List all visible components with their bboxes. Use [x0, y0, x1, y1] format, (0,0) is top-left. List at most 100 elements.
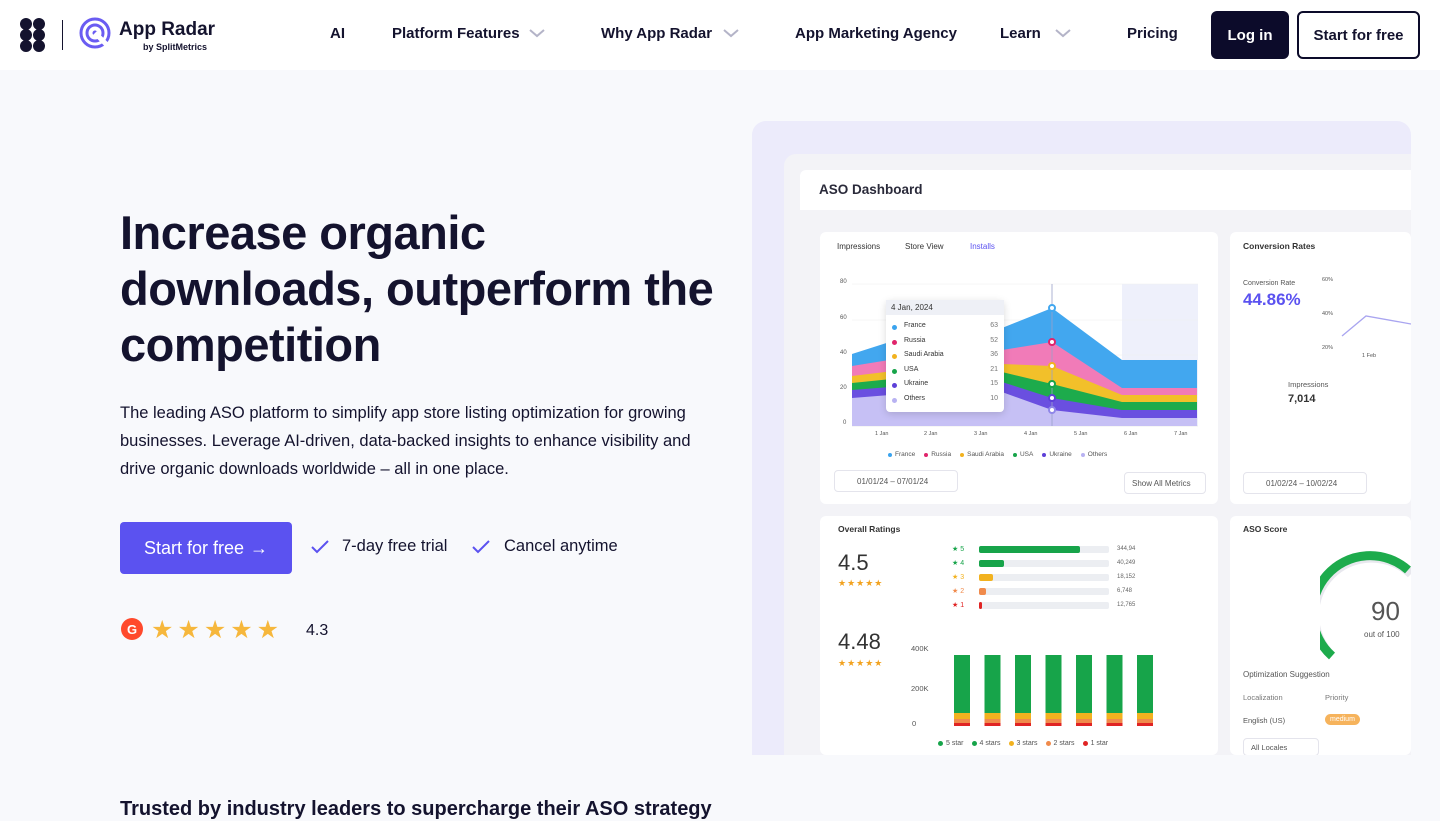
legend-dot	[888, 452, 892, 457]
locale-english: English (US)	[1243, 716, 1286, 725]
start-free-button[interactable]: Start for free	[1297, 11, 1420, 59]
brand-subtitle: by SplitMetrics	[143, 42, 208, 52]
legend-item: Others	[1080, 451, 1108, 458]
splitmetrics-logo-icon[interactable]	[20, 18, 46, 52]
conversion-date-value: 01/02/24 – 10/02/24	[1266, 479, 1338, 488]
rating-row-count: 6,748	[1117, 588, 1133, 594]
rating-score: 4.5	[838, 550, 869, 575]
bar-legend-item: 2 stars	[1045, 740, 1075, 747]
x-tick: 6 Jan	[1124, 431, 1138, 437]
conversion-date-picker[interactable]: 01/02/24 – 10/02/24	[1243, 472, 1367, 494]
tooltip-row: Russia 52	[892, 337, 998, 349]
legend-item: USA	[1012, 451, 1034, 458]
legend-label: USA	[1019, 451, 1034, 458]
tab-store-view[interactable]: Store View	[905, 242, 944, 251]
rating-row-count: 12,765	[1117, 602, 1136, 608]
legend-label: Others	[1087, 451, 1108, 458]
conv-y-tick: 60%	[1322, 277, 1334, 283]
all-locales-label: All Locales	[1251, 743, 1288, 752]
rating-bar-segment	[1015, 723, 1031, 726]
legend-dot	[1012, 452, 1017, 457]
rating-value: 4.3	[306, 622, 329, 639]
logo-divider	[62, 20, 63, 50]
nav-item-app-marketing-agency[interactable]: App Marketing Agency	[795, 25, 957, 42]
tooltip-row: Others 10	[892, 395, 998, 407]
cta-label: Start for free	[143, 537, 245, 558]
tab-impressions[interactable]: Impressions	[837, 242, 880, 251]
bar-legend-item: 1 star	[1082, 740, 1109, 747]
login-button[interactable]: Log in	[1211, 11, 1289, 59]
rating-row-fill	[979, 602, 982, 609]
y-tick: 40	[840, 350, 847, 356]
x-tick: 7 Jan	[1174, 431, 1188, 437]
legend-dot	[1045, 741, 1051, 746]
chart-tooltip: 4 Jan, 2024 France 63 Russia 52 Saudi Arabia…	[886, 300, 1004, 412]
legend-dot	[1082, 741, 1088, 746]
legend-label: Ukraine	[1049, 451, 1072, 458]
rating-row-star: ★ 2	[952, 588, 965, 595]
tooltip-label: Ukraine	[904, 380, 929, 388]
hero-start-free-button[interactable]: Start for free →	[120, 522, 292, 574]
rating-bar-segment	[954, 713, 970, 719]
bar-y-tick: 0	[912, 719, 917, 728]
rating-bar-segment	[1045, 713, 1062, 719]
rating-score-avg: 4.48	[838, 629, 881, 654]
rating-bar-segment	[1106, 719, 1123, 723]
tooltip-row: France 63	[892, 322, 998, 334]
chevron-down-icon[interactable]	[529, 28, 545, 38]
rating-row-count: 344,94	[1117, 546, 1136, 552]
impressions-value: 7,014	[1288, 393, 1316, 405]
rating-row-star: ★ 3	[952, 574, 965, 581]
brand-name[interactable]: App Radar	[119, 19, 215, 41]
nav-item-ai[interactable]: AI	[330, 25, 345, 42]
conv-x-tick: 1 Feb	[1362, 353, 1377, 359]
rating-bar-segment	[1076, 723, 1092, 726]
nav-item-platform-features[interactable]: Platform Features	[392, 25, 520, 42]
legend-label: Russia	[931, 451, 952, 458]
rating-mini-stars: ★★★★★	[838, 658, 884, 668]
legend-label: 1 star	[1090, 740, 1109, 747]
date-range-value: 01/01/24 – 07/01/24	[857, 477, 929, 486]
installs-card: Impressions Store View Installs 80 60 40…	[820, 232, 1218, 504]
bar-legend: 5 star 4 stars 3 stars 2 stars 1 star	[938, 740, 1108, 747]
tab-installs[interactable]: Installs	[970, 242, 995, 251]
rating-bar-segment	[1076, 719, 1092, 723]
legend-dot	[892, 398, 897, 403]
rating-bar-segment	[954, 655, 970, 713]
tooltip-value: 15	[990, 380, 998, 388]
g2-logo-icon[interactable]: G	[121, 618, 143, 640]
date-range-picker[interactable]: 01/01/24 – 07/01/24	[834, 470, 958, 492]
tooltip-label: Others	[904, 395, 926, 402]
nav-item-pricing[interactable]: Pricing	[1127, 25, 1178, 42]
bar-y-tick: 200K	[911, 684, 929, 693]
all-locales-select[interactable]: All Locales	[1243, 738, 1319, 755]
tooltip-value: 21	[990, 365, 998, 373]
bar-y-tick: 400K	[911, 644, 929, 653]
show-all-metrics-label: Show All Metrics	[1132, 479, 1191, 488]
rating-row-fill	[979, 574, 994, 581]
bar-legend-item: 4 stars	[971, 740, 1001, 747]
chevron-down-icon[interactable]	[723, 28, 739, 38]
nav-item-why-app-radar[interactable]: Why App Radar	[601, 25, 712, 42]
x-tick: 4 Jan	[1024, 431, 1038, 437]
top-nav: App Radar by SplitMetrics AI Platform Fe…	[0, 0, 1440, 70]
legend-item: Ukraine	[1042, 451, 1072, 458]
x-tick: 5 Jan	[1074, 431, 1088, 437]
app-radar-logo-icon[interactable]	[79, 17, 111, 49]
y-tick: 0	[843, 420, 847, 426]
show-all-metrics-button[interactable]: Show All Metrics	[1124, 472, 1206, 494]
rating-bar-segment	[1106, 655, 1123, 713]
ratings-bar-chart	[954, 655, 1153, 726]
nav-item-learn[interactable]: Learn	[1000, 25, 1041, 42]
rating-bar-segment	[984, 655, 1001, 713]
chevron-down-icon[interactable]	[1055, 28, 1071, 38]
legend-dot	[924, 452, 929, 457]
legend-label: 4 stars	[979, 740, 1001, 747]
ratings-card: Overall Ratings 4.5 ★★★★★ 4.48 ★★★★★ ★ 5…	[820, 516, 1218, 755]
legend-dot	[971, 741, 977, 746]
legend-label: France	[895, 451, 916, 458]
rating-bar-segment	[984, 723, 1001, 726]
tooltip-row: Ukraine 15	[892, 380, 998, 392]
legend-dot	[892, 325, 897, 330]
legend-dot	[1080, 452, 1085, 457]
